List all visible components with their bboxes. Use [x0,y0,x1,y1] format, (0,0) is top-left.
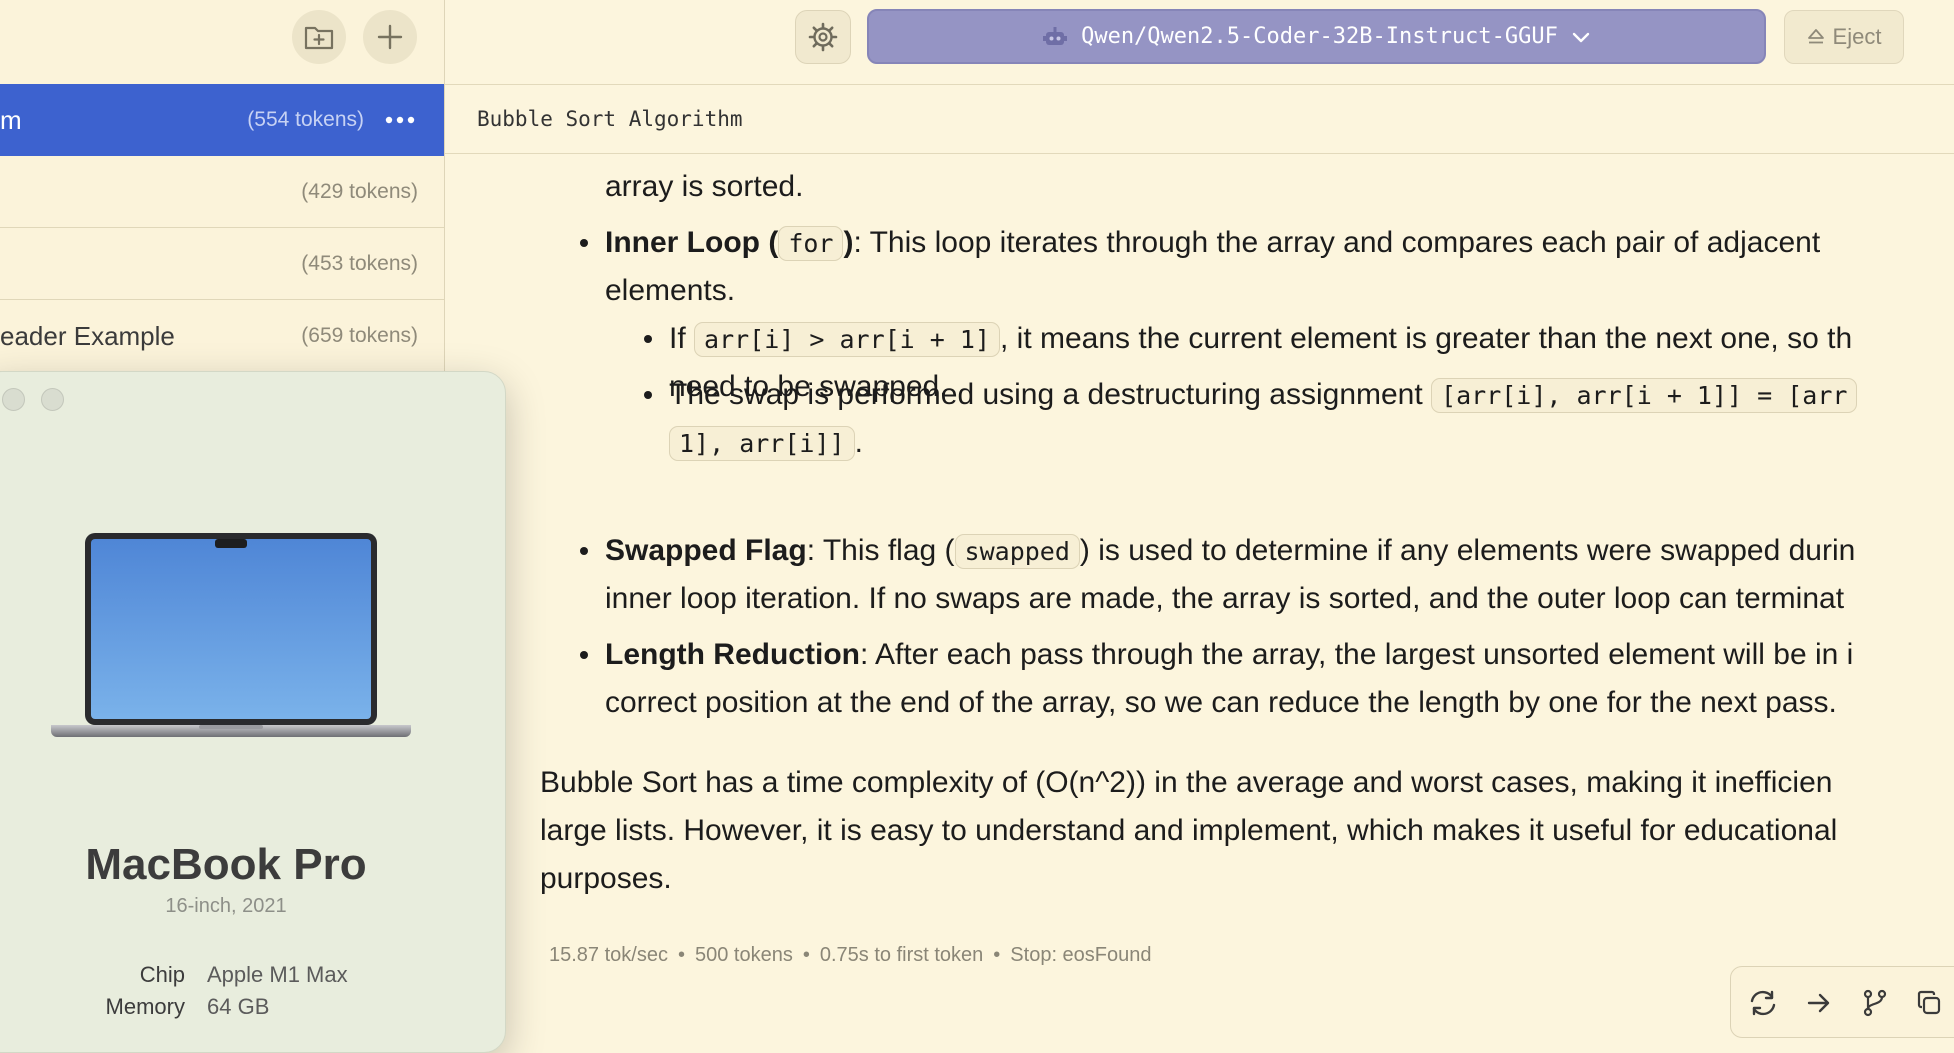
text-span: inner loop iteration. If no swaps are ma… [605,582,1845,615]
message-line: Swapped Flag: This flag (swapped) is use… [605,527,1855,576]
inline-code: for [778,226,844,261]
eject-icon [1807,29,1824,44]
chat-item-tokens: (453 tokens) [301,252,418,275]
sidebar-toolbar [0,0,444,84]
text-span: elements. [605,274,736,307]
text-span: : This loop iterates through the array a… [853,226,1821,259]
window-minimize-button[interactable] [2,388,25,411]
chat-item[interactable]: eader Example (659 tokens) [0,300,444,372]
continue-button[interactable] [1803,987,1835,1019]
eject-button[interactable]: Eject [1784,10,1904,64]
device-model: 16-inch, 2021 [165,895,287,917]
chat-options-button[interactable] [380,104,420,136]
separator: • [993,944,1001,966]
bullet-point [580,239,588,247]
bold-text: ) [843,226,854,259]
time-to-first-token: 0.75s to first token [819,944,984,966]
new-folder-icon [304,26,334,50]
macbook-illustration [51,533,411,737]
tokens-per-second: 15.87 tok/sec [549,944,668,966]
text-span: ) is used to determine if any elements w… [1079,534,1856,567]
message-line: correct position at the end of the array… [605,679,1837,727]
plus-icon [377,24,403,50]
window-zoom-button[interactable] [41,388,64,411]
inline-code: [arr[i], arr[i + 1]] = [arr [1431,378,1858,413]
new-chat-button[interactable] [363,10,417,64]
message-line: Bubble Sort has a time complexity of (O(… [540,759,1832,807]
text-span: purposes. [540,862,672,895]
token-count: 500 tokens [694,944,793,966]
text-span: . [854,426,863,459]
spec-label-chip: Chip [139,962,185,987]
message-line: If arr[i] > arr[i + 1], it means the cur… [669,315,1852,364]
inline-code: 1], arr[i]] [669,426,855,461]
message-line: inner loop iteration. If no swaps are ma… [605,575,1844,623]
chat-header: Bubble Sort Algorithm [445,84,1954,154]
more-dots-icon [385,116,415,124]
model-name: Qwen/Qwen2.5-Coder-32B-Instruct-GGUF [1081,24,1558,49]
chat-item-title: eader Example [0,321,175,351]
regenerate-button[interactable] [1747,987,1779,1019]
inline-code: swapped [954,534,1080,569]
stop-reason: Stop: eosFound [1010,944,1152,966]
message-line: The swap is performed using a destructur… [669,371,1858,420]
message-line: Inner Loop (for): This loop iterates thr… [605,219,1820,268]
message-line: large lists. However, it is easy to unde… [540,807,1837,855]
bullet-point [644,335,652,343]
bullet-point [580,651,588,659]
chat-item[interactable]: (453 tokens) [0,228,444,300]
robot-icon [1043,26,1068,45]
gear-icon [808,22,838,52]
settings-button[interactable] [795,10,851,64]
branch-button[interactable] [1859,987,1891,1019]
chat-item-title: m [0,105,22,135]
text-span: The swap is performed using a destructur… [669,378,1432,411]
eject-label: Eject [1832,24,1882,49]
text-span: , it means the current element is greate… [1000,322,1853,355]
message-line: elements. [605,267,735,315]
text-span: : After each pass through the array, the… [859,638,1854,671]
bold-text: Swapped Flag [605,534,807,567]
branch-icon [1863,989,1887,1017]
text-span: large lists. However, it is easy to unde… [540,814,1838,847]
model-selector[interactable]: Qwen/Qwen2.5-Coder-32B-Instruct-GGUF [867,9,1766,64]
chat-title[interactable]: Bubble Sort Algorithm [477,85,743,153]
chevron-down-icon [1572,32,1590,42]
chat-item-tokens: (659 tokens) [301,324,418,347]
message-line: Length Reduction: After each pass throug… [605,631,1853,679]
text-span: array is sorted. [605,170,804,203]
new-folder-button[interactable] [292,10,346,64]
regenerate-icon [1750,990,1776,1016]
text-span: Bubble Sort has a time complexity of (O(… [540,766,1833,799]
message-actions [1730,966,1954,1038]
bullet-point [644,391,652,399]
message-line: purposes. [540,855,672,903]
separator: • [802,944,810,966]
text-span: : This flag ( [806,534,955,567]
chat-item-tokens: (429 tokens) [301,180,418,203]
message-line: 1], arr[i]]. [669,419,863,468]
spec-value-chip: Apple M1 Max [207,962,348,987]
about-this-mac-window: MacBook Pro 16-inch, 2021 Chip Apple M1 … [0,371,506,1053]
inline-code: arr[i] > arr[i + 1] [694,322,1000,357]
generation-stats: 15.87 tok/sec • 500 tokens • 0.75s to first … [549,944,1152,967]
spec-label-memory: Memory [105,994,185,1019]
spec-value-memory: 64 GB [207,994,270,1019]
bullet-point [580,547,588,555]
text-span: correct position at the end of the array… [605,686,1837,719]
separator: • [677,944,685,966]
bold-text: Length Reduction [605,638,860,671]
text-span: If [669,322,695,355]
bold-text: Inner Loop ( [605,226,779,259]
copy-icon [1917,990,1941,1015]
chat-item-bubble-sort[interactable]: m (554 tokens) [0,84,444,156]
chat-item[interactable]: (429 tokens) [0,156,444,228]
device-name: MacBook Pro [85,840,367,889]
copy-button[interactable] [1913,987,1945,1019]
chat-item-tokens: (554 tokens) [247,108,364,131]
message-line: array is sorted. [605,163,803,211]
continue-arrow-icon [1807,993,1830,1013]
